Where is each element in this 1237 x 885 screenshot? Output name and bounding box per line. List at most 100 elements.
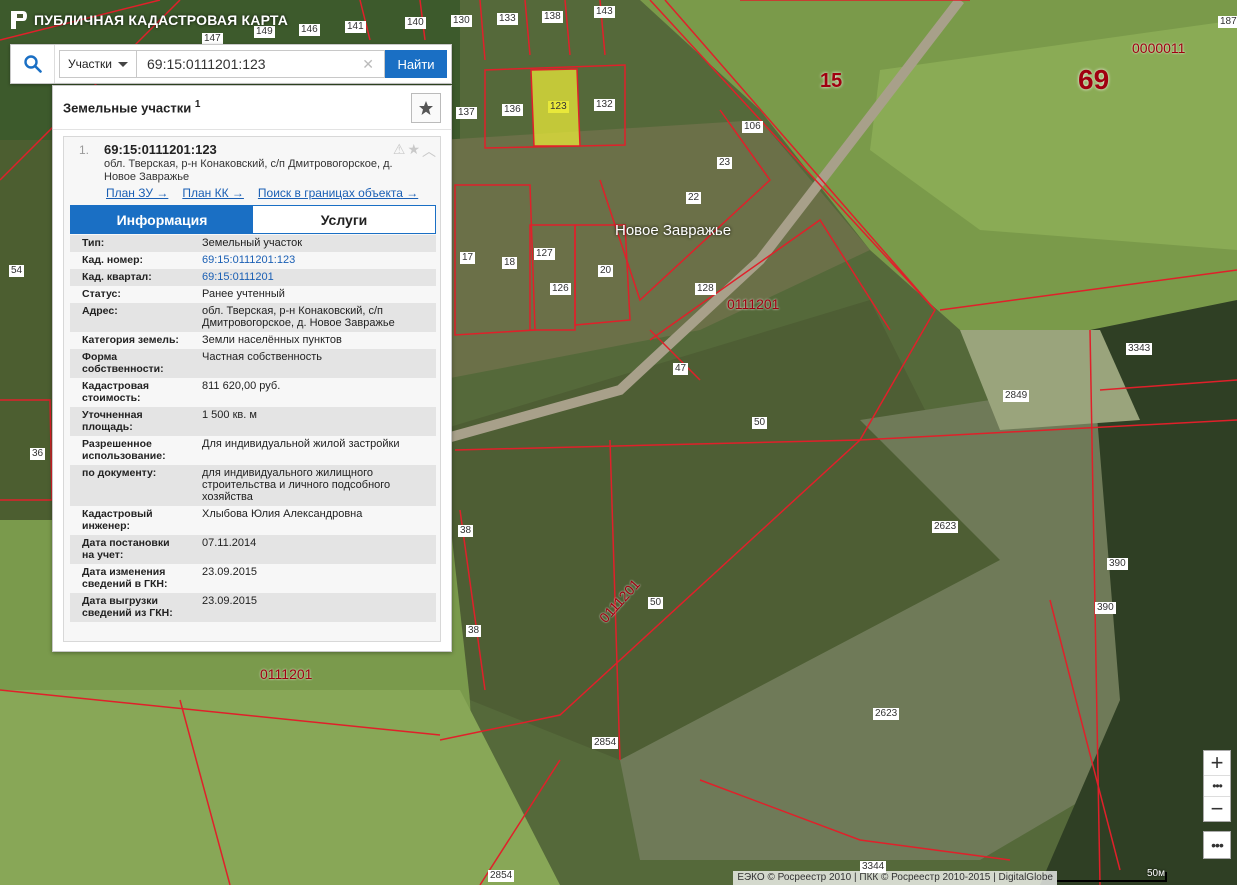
find-button[interactable]: Найти	[385, 50, 447, 78]
parcel-label: 38	[458, 525, 474, 537]
info-row: Кадастровая стоимость: 811 620,00 руб.	[70, 378, 436, 407]
plan-zu-link[interactable]: План ЗУ →	[106, 186, 168, 200]
info-row: по документу: для индивидуального жилищно…	[70, 465, 436, 506]
info-row: Тип: Земельный участок	[70, 235, 436, 252]
info-row: Дата выгрузки сведений из ГКН: 23.09.2015	[70, 593, 436, 622]
parcel-label: 22	[686, 192, 702, 204]
parcel-label: 2854	[488, 870, 515, 882]
info-value: Земли населённых пунктов	[202, 334, 342, 346]
search-in-bounds-link[interactable]: Поиск в границах объекта →	[258, 186, 418, 200]
search-icon	[23, 55, 42, 73]
info-row: Категория земель: Земли населённых пункто…	[70, 332, 436, 349]
rosreestr-logo-icon	[11, 11, 27, 29]
parcel-label: 138	[542, 11, 563, 23]
info-table: Тип: Земельный участок Кад. номер: 69:15:01…	[70, 235, 436, 622]
parcel-label: 146	[299, 24, 320, 36]
info-key: Кадастровый инженер:	[82, 508, 153, 532]
scale-label: 50м	[1147, 868, 1165, 879]
search-type-select[interactable]: Участки	[59, 50, 137, 78]
plan-kk-link[interactable]: План КК →	[182, 186, 244, 200]
info-value: Частная собственность	[202, 351, 323, 363]
parcel-label: 106	[742, 121, 763, 133]
info-row: Дата изменения сведений в ГКН: 23.09.2015	[70, 564, 436, 593]
parcel-label: 38	[466, 625, 482, 637]
info-key: Дата постановки на учет:	[82, 537, 170, 561]
parcel-label: 2623	[873, 708, 900, 720]
info-key: по документу:	[82, 467, 157, 479]
quarter-label: 0000011	[1132, 40, 1186, 56]
info-value[interactable]: 69:15:0111201:123	[188, 252, 436, 269]
info-value: Для индивидуальной жилой застройки	[202, 438, 400, 450]
parcel-label: 127	[534, 248, 555, 260]
zoom-in-button[interactable]: +	[1204, 750, 1230, 775]
parcel-label: 141	[345, 21, 366, 33]
info-value: для индивидуального жилищного строительс…	[202, 467, 391, 503]
info-value: Земельный участок	[202, 237, 303, 249]
parcel-label: 50	[752, 417, 768, 429]
map-attribution: ЕЭКО © Росреестр 2010 | ПКК © Росреестр …	[733, 871, 1057, 885]
search-type-label: Участки	[68, 57, 112, 71]
search-button[interactable]	[11, 45, 55, 83]
parcel-label: 17	[460, 252, 476, 264]
info-key: Адрес:	[82, 305, 118, 317]
zoom-levels-button[interactable]: •••	[1204, 775, 1230, 797]
info-key: Дата изменения сведений в ГКН:	[82, 566, 168, 590]
parcel-label: 2854	[592, 737, 619, 749]
tab-services[interactable]: Услуги	[253, 206, 435, 233]
parcel-label: 132	[594, 99, 615, 111]
clear-icon[interactable]: ✕	[362, 56, 374, 73]
info-key: Форма собственности:	[82, 351, 164, 375]
app-header: ПУБЛИЧНАЯ КАДАСТРОВАЯ КАРТА	[10, 8, 288, 32]
parcel-label: 47	[673, 363, 689, 375]
info-key: Категория земель:	[82, 334, 179, 346]
info-key: Разрешенное использование:	[82, 438, 166, 462]
zoom-out-button[interactable]: −	[1204, 796, 1230, 821]
parcel-label: 126	[550, 283, 571, 295]
info-row: Кад. квартал: 69:15:0111201	[70, 269, 436, 286]
info-value: 811 620,00 руб.	[202, 380, 281, 392]
info-key: Уточненная площадь:	[82, 409, 143, 433]
chevron-up-icon[interactable]: ︿	[422, 141, 436, 161]
search-query: 69:15:0111201:123	[147, 56, 266, 72]
parcel-address: обл. Тверская, р-н Конаковский, с/п Дмит…	[104, 158, 393, 183]
info-key: Статус:	[82, 288, 121, 300]
parcel-label: 20	[598, 265, 614, 277]
info-key: Кад. квартал:	[82, 271, 152, 283]
info-row: Адрес: обл. Тверская, р-н Конаковский, с/…	[70, 303, 436, 332]
info-value: 07.11.2014	[202, 537, 257, 549]
parcel-label: 3343	[1126, 343, 1153, 355]
info-value: 23.09.2015	[202, 595, 258, 607]
info-row: Уточненная площадь: 1 500 кв. м	[70, 407, 436, 436]
card-links: План ЗУ → План КК → Поиск в границах объ…	[106, 186, 418, 200]
parcel-label: 140	[405, 17, 426, 29]
parcel-label: 23	[717, 157, 733, 169]
info-row: Кадастровый инженер: Хлыбова Юлия Алексан…	[70, 506, 436, 535]
info-row: Статус: Ранее учтенный	[70, 286, 436, 303]
panel-header: Земельные участки 1	[53, 86, 451, 130]
result-card: 1. ⚠ ★ ︿ 69:15:0111201:123 обл. Тверская…	[63, 136, 441, 642]
more-button[interactable]: •••	[1203, 831, 1231, 859]
parcel-label: 187	[1218, 16, 1237, 28]
search-input[interactable]: 69:15:0111201:123 ✕	[137, 50, 385, 78]
parcel-label: 2623	[932, 521, 959, 533]
info-value[interactable]: 69:15:0111201	[188, 269, 436, 286]
parcel-label: 390	[1107, 558, 1128, 570]
info-value: Хлыбова Юлия Александровна	[202, 508, 363, 520]
star-icon[interactable]: ★	[407, 141, 420, 161]
village-label: Новое Завражье	[615, 222, 732, 239]
info-value: обл. Тверская, р-н Конаковский, с/п Дмит…	[202, 305, 395, 329]
tab-information[interactable]: Информация	[71, 206, 253, 233]
favorites-button[interactable]	[411, 92, 441, 123]
chevron-down-icon	[118, 61, 128, 67]
results-panel: Земельные участки 1 1. ⚠ ★ ︿ 69:15:01112…	[52, 85, 452, 652]
parcel-label: 123	[548, 101, 569, 113]
district-label-15: 15	[820, 70, 843, 92]
parcel-label: 36	[30, 448, 46, 460]
card-tabs: Информация Услуги	[70, 205, 436, 234]
map-view[interactable]: Новое Завражье 15 69 0000011 0111201 011…	[0, 0, 1237, 885]
search-bar: Участки 69:15:0111201:123 ✕ Найти	[10, 44, 452, 84]
info-row: Форма собственности: Частная собственност…	[70, 349, 436, 378]
parcel-label: 133	[497, 13, 518, 25]
info-row: Дата постановки на учет: 07.11.2014	[70, 535, 436, 564]
parcel-label: 18	[502, 257, 518, 269]
